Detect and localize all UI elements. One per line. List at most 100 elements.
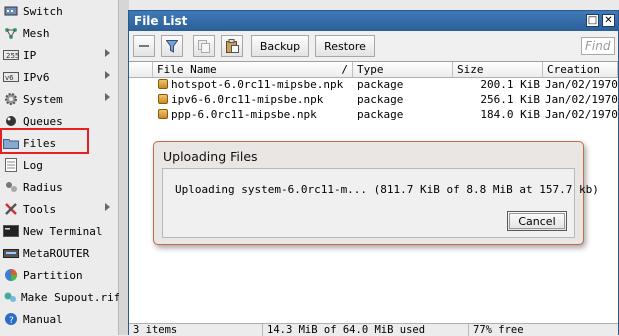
sidebar-item-label: Make Supout.rif [21,290,121,304]
package-icon [158,109,168,119]
sidebar-item-manual[interactable]: ? Manual [0,308,118,330]
file-type: package [357,108,404,121]
mesh-icon [3,26,19,40]
switch-icon [3,4,19,18]
sidebar-item-ip[interactable]: 255 IP [0,44,118,66]
metarouter-icon [3,246,19,260]
status-free-space: 77% free [473,324,524,336]
manual-icon: ? [3,312,19,326]
file-name: ipv6-6.0rc11-mipsbe.npk [171,93,324,106]
sidebar-item-label: Log [23,158,43,172]
restore-button[interactable]: Restore [315,35,375,57]
file-creation: Jan/02/1970 [545,93,618,106]
sidebar-item-label: New Terminal [23,224,103,238]
status-used-space: 14.3 MiB of 64.0 MiB used [263,324,469,336]
paste-button[interactable] [221,35,243,57]
submenu-arrow-icon [105,49,110,57]
sidebar-item-system[interactable]: System [0,88,118,110]
table-row[interactable]: ipv6-6.0rc11-mipsbe.npk package 256.1 Ki… [129,92,618,107]
status-items-count: 3 items [129,324,263,336]
upload-progress-message: Uploading system-6.0rc11-m... (811.7 KiB… [175,183,599,196]
sidebar-item-label: Radius [23,180,63,194]
column-header-selector[interactable] [129,62,153,77]
column-header-type[interactable]: Type [353,62,453,77]
table-row[interactable]: ppp-6.0rc11-mipsbe.npk package 184.0 KiB… [129,107,618,122]
file-creation: Jan/02/1970 [545,78,618,91]
file-type: package [357,78,404,91]
filter-icon [166,39,178,53]
sidebar-item-label: System [23,92,63,106]
submenu-arrow-icon [105,71,110,79]
paste-icon [225,39,239,53]
sidebar-item-label: IPv6 [23,70,50,84]
file-size: 184.0 KiB [480,108,540,121]
gear-icon [3,92,19,106]
backup-button[interactable]: Backup [251,35,309,57]
filter-button[interactable] [161,35,183,57]
sidebar-item-radius[interactable]: Radius [0,176,118,198]
supout-icon [3,290,17,304]
table-row[interactable]: hotspot-6.0rc11-mipsbe.npk package 200.1… [129,77,618,92]
package-icon [158,79,168,89]
ip-icon: 255 [3,48,19,62]
sort-marker-icon: / [341,63,348,76]
column-header-file-name[interactable]: File Name / [153,62,353,77]
window-close-button[interactable]: ✕ [602,14,615,27]
sidebar-menu: Switch Mesh 255 IP v6 IPv6 System Queues… [0,0,121,335]
sidebar-item-label: Partition [23,268,83,282]
column-header-creation[interactable]: Creation [543,62,618,77]
partition-icon [3,268,19,282]
sidebar-item-switch[interactable]: Switch [0,0,118,22]
sidebar-item-label: IP [23,48,37,62]
uploading-files-dialog: Uploading Files Uploading system-6.0rc11… [153,141,599,245]
remove-button[interactable] [133,35,155,57]
copy-button[interactable] [193,35,215,57]
sidebar-item-label: MetaROUTER [23,246,90,260]
minus-icon [139,45,149,47]
file-creation: Jan/02/1970 [545,108,618,121]
submenu-arrow-icon [105,203,110,211]
sidebar-item-label: Tools [23,202,57,216]
sidebar-item-ipv6[interactable]: v6 IPv6 [0,66,118,88]
table-header: File Name / Type Size Creation [129,62,618,78]
file-size: 256.1 KiB [480,93,540,106]
terminal-icon [3,224,19,238]
file-toolbar: Backup Restore Find [129,33,618,59]
status-bar: 3 items 14.3 MiB of 64.0 MiB used 77% fr… [129,323,618,336]
file-type: package [357,93,404,106]
package-icon [158,94,168,104]
sidebar-item-new-terminal[interactable]: New Terminal [0,220,118,242]
dialog-title: Uploading Files [163,149,258,164]
cancel-button[interactable]: Cancel [507,211,567,231]
copy-icon [198,39,210,53]
svg-text:v6: v6 [5,74,14,82]
window-titlebar[interactable]: File List □ ✕ [129,11,618,31]
sidebar-item-label: Manual [23,312,63,326]
sidebar-item-label: Switch [23,4,63,18]
file-size: 200.1 KiB [480,78,540,91]
svg-text:?: ? [9,316,14,326]
file-name: ppp-6.0rc11-mipsbe.npk [171,108,317,121]
file-name: hotspot-6.0rc11-mipsbe.npk [171,78,344,91]
dialog-body: Uploading system-6.0rc11-m... (811.7 KiB… [162,168,599,238]
tools-icon [3,202,19,216]
sidebar-item-make-supout[interactable]: Make Supout.rif [0,286,121,308]
sidebar-item-tools[interactable]: Tools [0,198,118,220]
window-title: File List [134,14,188,28]
sidebar-item-log[interactable]: Log [0,154,118,176]
sidebar-item-partition[interactable]: Partition [0,264,118,286]
find-input[interactable]: Find [581,37,615,55]
column-header-size[interactable]: Size [453,62,543,77]
queues-icon [3,114,19,128]
sidebar-item-label: Queues [23,114,63,128]
sidebar-item-label: Mesh [23,26,50,40]
sidebar-item-mesh[interactable]: Mesh [0,22,118,44]
svg-text:255: 255 [6,52,19,60]
window-restore-button[interactable]: □ [586,14,599,27]
sidebar-item-metarouter[interactable]: MetaROUTER [0,242,118,264]
radius-icon [3,180,19,194]
submenu-arrow-icon [105,93,110,101]
ipv6-icon: v6 [3,70,19,84]
log-icon [3,158,19,172]
files-highlight-box [0,128,89,154]
